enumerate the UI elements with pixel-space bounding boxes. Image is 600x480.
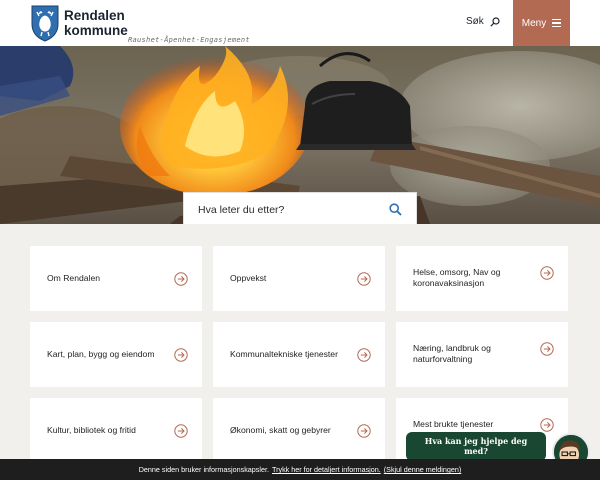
card-label: Kultur, bibliotek og fritid	[47, 425, 136, 435]
card-kultur-bibliotek[interactable]: Kultur, bibliotek og fritid	[30, 398, 202, 463]
hero-banner	[0, 46, 600, 224]
brand-line-1: Rendalen	[64, 8, 125, 23]
arrow-right-circle-icon	[174, 347, 188, 362]
card-label: Om Rendalen	[47, 273, 101, 283]
card-label: Helse, omsorg, Nav og koronavaksinasjon	[413, 267, 501, 288]
arrow-right-circle-icon	[540, 342, 554, 356]
arrow-right-circle-icon	[357, 423, 371, 438]
cookie-notice-bar: Denne siden bruker informasjonskapsler. …	[0, 459, 600, 480]
card-label: Oppvekst	[230, 273, 267, 283]
card-kommunaltekniske[interactable]: Kommunaltekniske tjenester	[213, 322, 385, 387]
service-cards-grid: Om Rendalen Oppvekst Helse, omsorg, Nav …	[30, 246, 570, 463]
menu-button[interactable]: Meny	[513, 0, 570, 46]
hamburger-icon	[552, 19, 562, 27]
card-label: Kommunaltekniske tjenester	[230, 349, 338, 359]
hero-search-input[interactable]	[198, 203, 389, 216]
arrow-right-circle-icon	[174, 423, 188, 438]
header-search-label: Søk	[466, 16, 484, 27]
card-label: Økonomi, skatt og gebyrer	[230, 425, 331, 435]
site-brand[interactable]: Rendalen kommune	[64, 8, 128, 38]
card-om-rendalen[interactable]: Om Rendalen	[30, 246, 202, 311]
card-label: Mest brukte tjenester	[413, 419, 494, 429]
chat-prompt-line-1: Hva kan jeg hjelpe deg	[424, 436, 528, 446]
cookie-text: Denne siden bruker informasjonskapsler.	[138, 465, 269, 474]
cookie-hide-link[interactable]: (Skjul denne meldingen)	[384, 465, 462, 474]
menu-label: Meny	[521, 17, 547, 29]
site-header: Rendalen kommune Raushet-Åpenhet-Engasje…	[0, 0, 600, 46]
coat-of-arms-icon[interactable]	[30, 4, 60, 42]
brand-line-2: kommune	[64, 23, 128, 38]
search-icon	[490, 16, 500, 27]
arrow-right-circle-icon	[357, 271, 371, 286]
hero-search-box	[183, 192, 417, 224]
arrow-right-circle-icon	[174, 271, 188, 286]
card-naering-landbruk[interactable]: Næring, landbruk og naturforvaltning	[396, 322, 568, 387]
arrow-right-circle-icon	[540, 418, 554, 432]
cookie-details-link[interactable]: Trykk her for detaljert informasjon.	[272, 465, 381, 474]
chat-prompt-bubble[interactable]: Hva kan jeg hjelpe deg med?	[406, 432, 546, 461]
card-okonomi-skatt[interactable]: Økonomi, skatt og gebyrer	[213, 398, 385, 463]
card-kart-plan-bygg[interactable]: Kart, plan, bygg og eiendom	[30, 322, 202, 387]
search-icon[interactable]	[389, 203, 402, 216]
card-oppvekst[interactable]: Oppvekst	[213, 246, 385, 311]
slogan: Raushet-Åpenhet-Engasjement	[128, 36, 250, 44]
arrow-right-circle-icon	[357, 347, 371, 362]
card-helse-omsorg[interactable]: Helse, omsorg, Nav og koronavaksinasjon	[396, 246, 568, 311]
card-label: Næring, landbruk og naturforvaltning	[413, 343, 491, 364]
chat-prompt-line-2: med?	[464, 446, 488, 456]
card-label: Kart, plan, bygg og eiendom	[47, 349, 155, 359]
header-search-button[interactable]: Søk	[466, 16, 500, 27]
arrow-right-circle-icon	[540, 266, 554, 280]
